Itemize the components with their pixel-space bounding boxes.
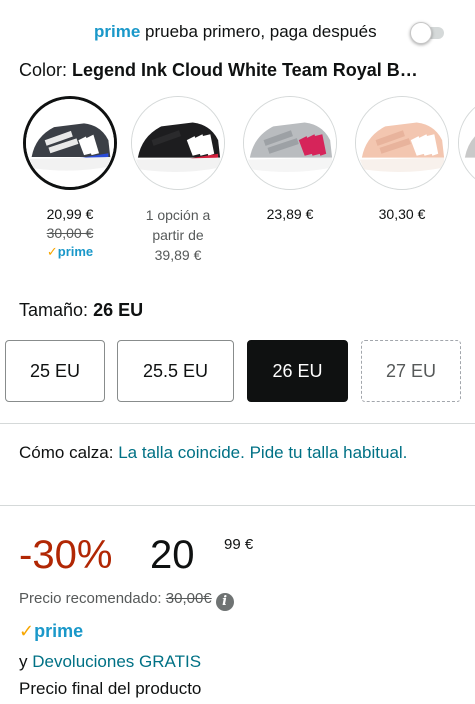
discount-percentage: -30% xyxy=(19,533,113,577)
fit-info: Cómo calza: La talla coincide. Pide tu t… xyxy=(19,440,439,466)
shoe-image-black xyxy=(131,96,225,190)
price-whole: 20 xyxy=(150,533,195,577)
prime-try-label: prueba primero, paga después xyxy=(145,22,377,41)
recommended-price: Precio recomendado: 30,00€ i xyxy=(19,590,234,611)
color-label-prefix: Color: xyxy=(19,60,68,80)
prime-badge-label: prime xyxy=(34,621,84,641)
final-price-note: Precio final del producto xyxy=(19,679,202,698)
swatch-prime-label: prime xyxy=(57,244,94,259)
fit-link[interactable]: La talla coincide. Pide tu talla habitua… xyxy=(118,443,407,462)
color-swatch-3[interactable]: 23,89 € xyxy=(234,96,346,224)
color-swatch-2[interactable]: 1 opción a partir de 39,89 € xyxy=(122,96,234,265)
shoe-image-grey-pink xyxy=(243,96,337,190)
color-swatch-1[interactable]: 20,99 € 30,00 € ✓prime xyxy=(23,96,117,260)
prime-try-text: prime prueba primero, paga después xyxy=(94,22,377,42)
divider xyxy=(0,423,475,424)
swatch-old-price: 30,00 € xyxy=(46,225,94,241)
swatch-price: 30,30 € xyxy=(378,206,426,222)
color-value: Legend Ink Cloud White Team Royal B… xyxy=(72,60,418,80)
size-option-25[interactable]: 25 EU xyxy=(5,340,105,402)
color-swatch-4[interactable]: 30,30 € xyxy=(346,96,458,224)
info-icon[interactable]: i xyxy=(215,593,234,611)
color-swatches: 20,99 € 30,00 € ✓prime 1 opción a partir… xyxy=(0,96,475,276)
swatch-options-line-3: 39,89 € xyxy=(154,247,202,263)
size-label: Tamaño: 26 EU xyxy=(19,300,143,321)
shoe-image-navy xyxy=(23,96,117,190)
size-option-26[interactable]: 26 EU xyxy=(247,340,348,402)
free-returns-link[interactable]: Devoluciones GRATIS xyxy=(32,652,201,671)
price-cents: 99 € xyxy=(224,536,254,553)
swatch-price: 23,89 € xyxy=(266,206,314,222)
toggle-knob xyxy=(410,22,432,44)
divider xyxy=(0,505,475,506)
price-row: -30% 20 99 € xyxy=(19,532,459,582)
swatch-prime-badge: ✓prime xyxy=(23,243,117,260)
recommended-label: Precio recomendado: xyxy=(19,590,162,607)
color-swatch-5[interactable] xyxy=(458,96,475,190)
color-label: Color: Legend Ink Cloud White Team Royal… xyxy=(19,60,459,81)
swatch-options-line-1: 1 opción a xyxy=(145,207,211,223)
prime-badge: ✓prime xyxy=(19,621,83,642)
returns-info: y Devoluciones GRATIS xyxy=(19,652,201,672)
shoe-image-peach xyxy=(355,96,449,190)
size-value: 26 EU xyxy=(93,300,144,320)
size-option-27[interactable]: 27 EU xyxy=(361,340,461,402)
swatch-options-line-2: partir de xyxy=(152,227,204,243)
size-option-25-5[interactable]: 25.5 EU xyxy=(117,340,234,402)
size-label-prefix: Tamaño: xyxy=(19,300,89,320)
prime-try-before-buy-row: prime prueba primero, paga después xyxy=(0,18,475,48)
prime-brand: prime xyxy=(94,22,141,41)
returns-prefix: y xyxy=(19,652,28,671)
shoe-image-partial xyxy=(458,96,475,190)
prime-check-icon: ✓ xyxy=(46,244,58,259)
swatch-price: 20,99 € xyxy=(46,206,94,222)
prime-try-toggle[interactable] xyxy=(410,21,444,45)
recommended-value: 30,00€ xyxy=(165,590,212,607)
prime-check-icon: ✓ xyxy=(19,621,35,641)
fit-prefix: Cómo calza: xyxy=(19,443,114,462)
